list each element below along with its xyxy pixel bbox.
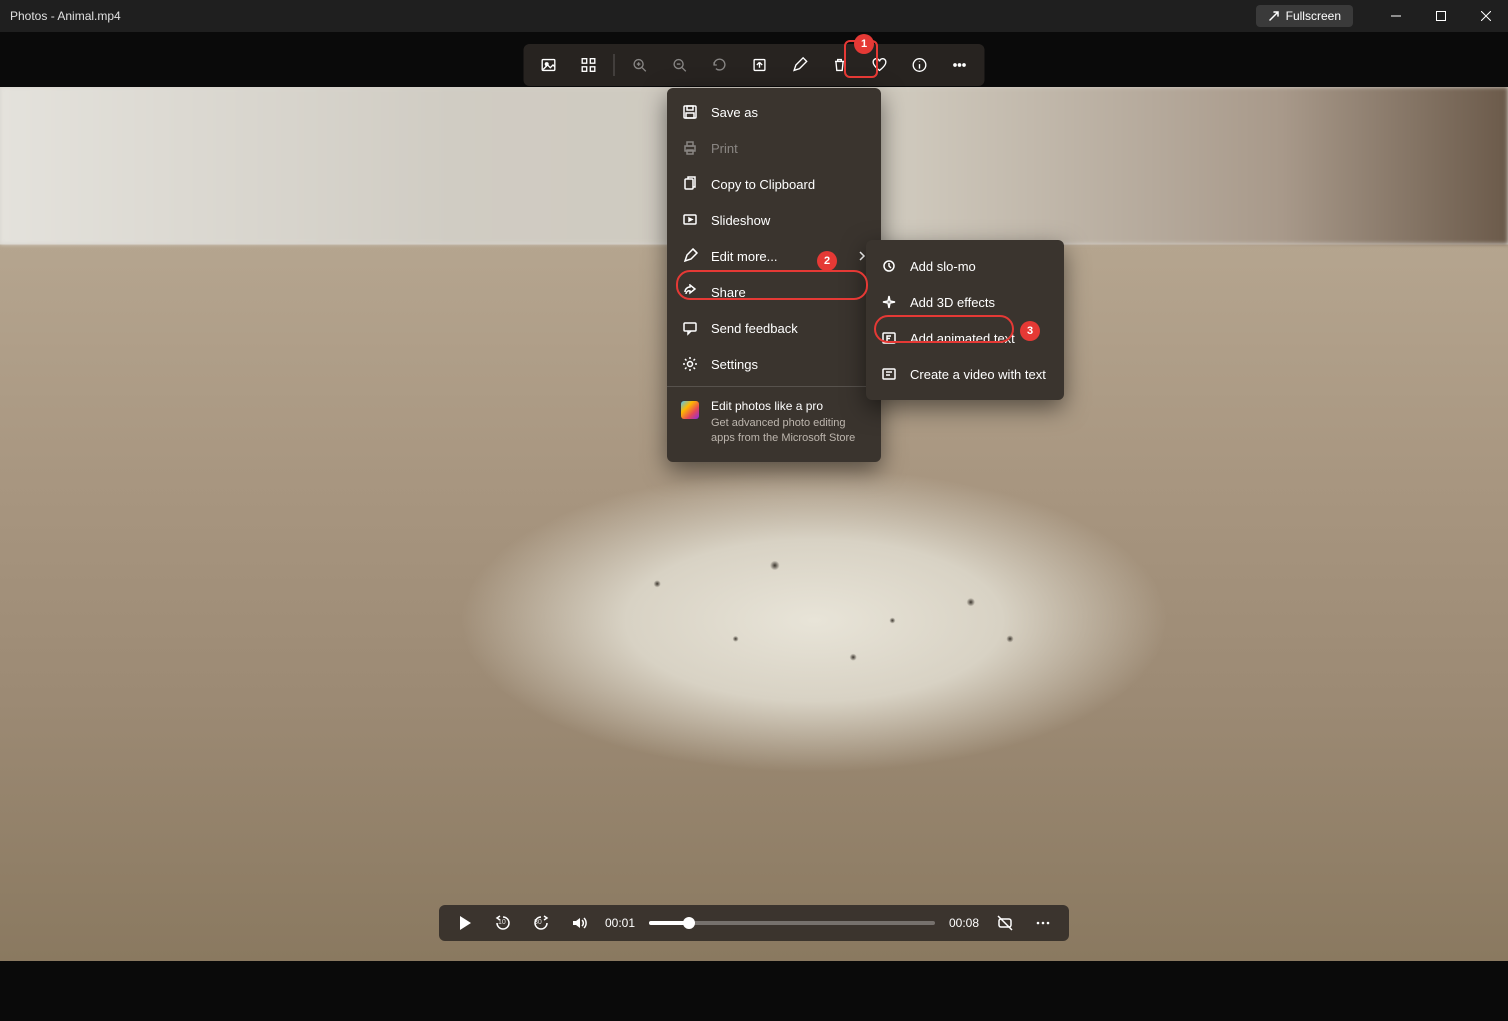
- menu-promo[interactable]: Edit photos like a pro Get advanced phot…: [667, 391, 881, 456]
- delete-button[interactable]: [821, 48, 859, 82]
- export-button[interactable]: [741, 48, 779, 82]
- menu-feedback[interactable]: Send feedback: [667, 310, 881, 346]
- time-current: 00:01: [605, 916, 635, 930]
- gear-icon: [681, 355, 699, 373]
- info-icon: [911, 56, 929, 74]
- store-icon: [681, 401, 699, 419]
- print-icon: [681, 139, 699, 157]
- menu-copy[interactable]: Copy to Clipboard: [667, 166, 881, 202]
- feedback-icon: [681, 319, 699, 337]
- menu-label: Add slo-mo: [910, 259, 976, 274]
- draw-button[interactable]: [781, 48, 819, 82]
- minimize-icon: [1391, 11, 1401, 21]
- skip-back-label: 10: [498, 919, 506, 926]
- maximize-icon: [1436, 11, 1446, 21]
- volume-icon: [570, 914, 588, 932]
- skip-back-button[interactable]: 10: [491, 911, 515, 935]
- save-icon: [681, 103, 699, 121]
- annotation-badge-1: 1: [854, 34, 874, 54]
- window-title: Photos - Animal.mp4: [10, 9, 121, 23]
- minimize-button[interactable]: [1373, 0, 1418, 32]
- menu-label: Share: [711, 285, 746, 300]
- menu-settings[interactable]: Settings: [667, 346, 881, 382]
- zoom-in-icon: [631, 56, 649, 74]
- fullscreen-icon: [1268, 10, 1280, 22]
- progress-bar[interactable]: [649, 921, 935, 925]
- video-text-icon: [880, 365, 898, 383]
- content-area: 1 2 3 Save as Print Copy to Clipboard Sl…: [0, 32, 1508, 1021]
- annotation-badge-2: 2: [817, 251, 837, 271]
- close-icon: [1481, 11, 1491, 21]
- menu-label: Create a video with text: [910, 367, 1046, 382]
- play-icon: [456, 914, 474, 932]
- video-controls: 10 30 00:01 00:08: [439, 905, 1069, 941]
- view-photo-button[interactable]: [530, 48, 568, 82]
- sparkle-icon: [880, 293, 898, 311]
- progress-thumb[interactable]: [683, 917, 695, 929]
- heart-icon: [871, 56, 889, 74]
- time-total: 00:08: [949, 916, 979, 930]
- image-icon: [540, 56, 558, 74]
- more-button[interactable]: [941, 48, 979, 82]
- promo-title: Edit photos like a pro: [711, 399, 867, 413]
- menu-label: Print: [711, 141, 738, 156]
- menu-print: Print: [667, 130, 881, 166]
- maximize-button[interactable]: [1418, 0, 1463, 32]
- pen-icon: [791, 56, 809, 74]
- filmstrip-button[interactable]: [570, 48, 608, 82]
- edit-submenu: Add slo-mo Add 3D effects Add animated t…: [866, 240, 1064, 400]
- menu-label: Send feedback: [711, 321, 798, 336]
- annotation-badge-3: 3: [1020, 321, 1040, 341]
- submenu-3d-effects[interactable]: Add 3D effects: [866, 284, 1064, 320]
- menu-separator: [667, 386, 881, 387]
- promo-subtitle: Get advanced photo editing apps from the…: [711, 416, 867, 446]
- menu-save-as[interactable]: Save as: [667, 94, 881, 130]
- share-icon: [681, 283, 699, 301]
- edit-icon: [681, 247, 699, 265]
- text-anim-icon: [880, 329, 898, 347]
- close-button[interactable]: [1463, 0, 1508, 32]
- menu-label: Edit more...: [711, 249, 777, 264]
- export-icon: [751, 56, 769, 74]
- menu-label: Save as: [711, 105, 758, 120]
- slomo-icon: [880, 257, 898, 275]
- play-button[interactable]: [453, 911, 477, 935]
- video-more-button[interactable]: [1031, 911, 1055, 935]
- menu-edit-more[interactable]: Edit more...: [667, 238, 881, 274]
- toolbar-separator: [614, 54, 615, 76]
- loop-icon: [996, 914, 1014, 932]
- loop-button[interactable]: [993, 911, 1017, 935]
- skip-fwd-button[interactable]: 30: [529, 911, 553, 935]
- skip-fwd-label: 30: [534, 919, 542, 926]
- menu-label: Add animated text: [910, 331, 1015, 346]
- info-button[interactable]: [901, 48, 939, 82]
- zoom-in-button[interactable]: [621, 48, 659, 82]
- more-icon: [1034, 914, 1052, 932]
- copy-icon: [681, 175, 699, 193]
- volume-button[interactable]: [567, 911, 591, 935]
- submenu-slomo[interactable]: Add slo-mo: [866, 248, 1064, 284]
- rotate-icon: [711, 56, 729, 74]
- menu-label: Slideshow: [711, 213, 770, 228]
- zoom-out-button[interactable]: [661, 48, 699, 82]
- slideshow-icon: [681, 211, 699, 229]
- rotate-button[interactable]: [701, 48, 739, 82]
- submenu-video-text[interactable]: Create a video with text: [866, 356, 1064, 392]
- fullscreen-button[interactable]: Fullscreen: [1256, 5, 1353, 27]
- titlebar: Photos - Animal.mp4 Fullscreen: [0, 0, 1508, 32]
- menu-label: Settings: [711, 357, 758, 372]
- trash-icon: [831, 56, 849, 74]
- menu-label: Add 3D effects: [910, 295, 995, 310]
- menu-share[interactable]: Share: [667, 274, 881, 310]
- zoom-out-icon: [671, 56, 689, 74]
- more-icon: [951, 56, 969, 74]
- menu-slideshow[interactable]: Slideshow: [667, 202, 881, 238]
- top-toolbar: [524, 44, 985, 86]
- fullscreen-label: Fullscreen: [1286, 9, 1341, 23]
- grid-icon: [580, 56, 598, 74]
- context-menu: Save as Print Copy to Clipboard Slidesho…: [667, 88, 881, 462]
- menu-label: Copy to Clipboard: [711, 177, 815, 192]
